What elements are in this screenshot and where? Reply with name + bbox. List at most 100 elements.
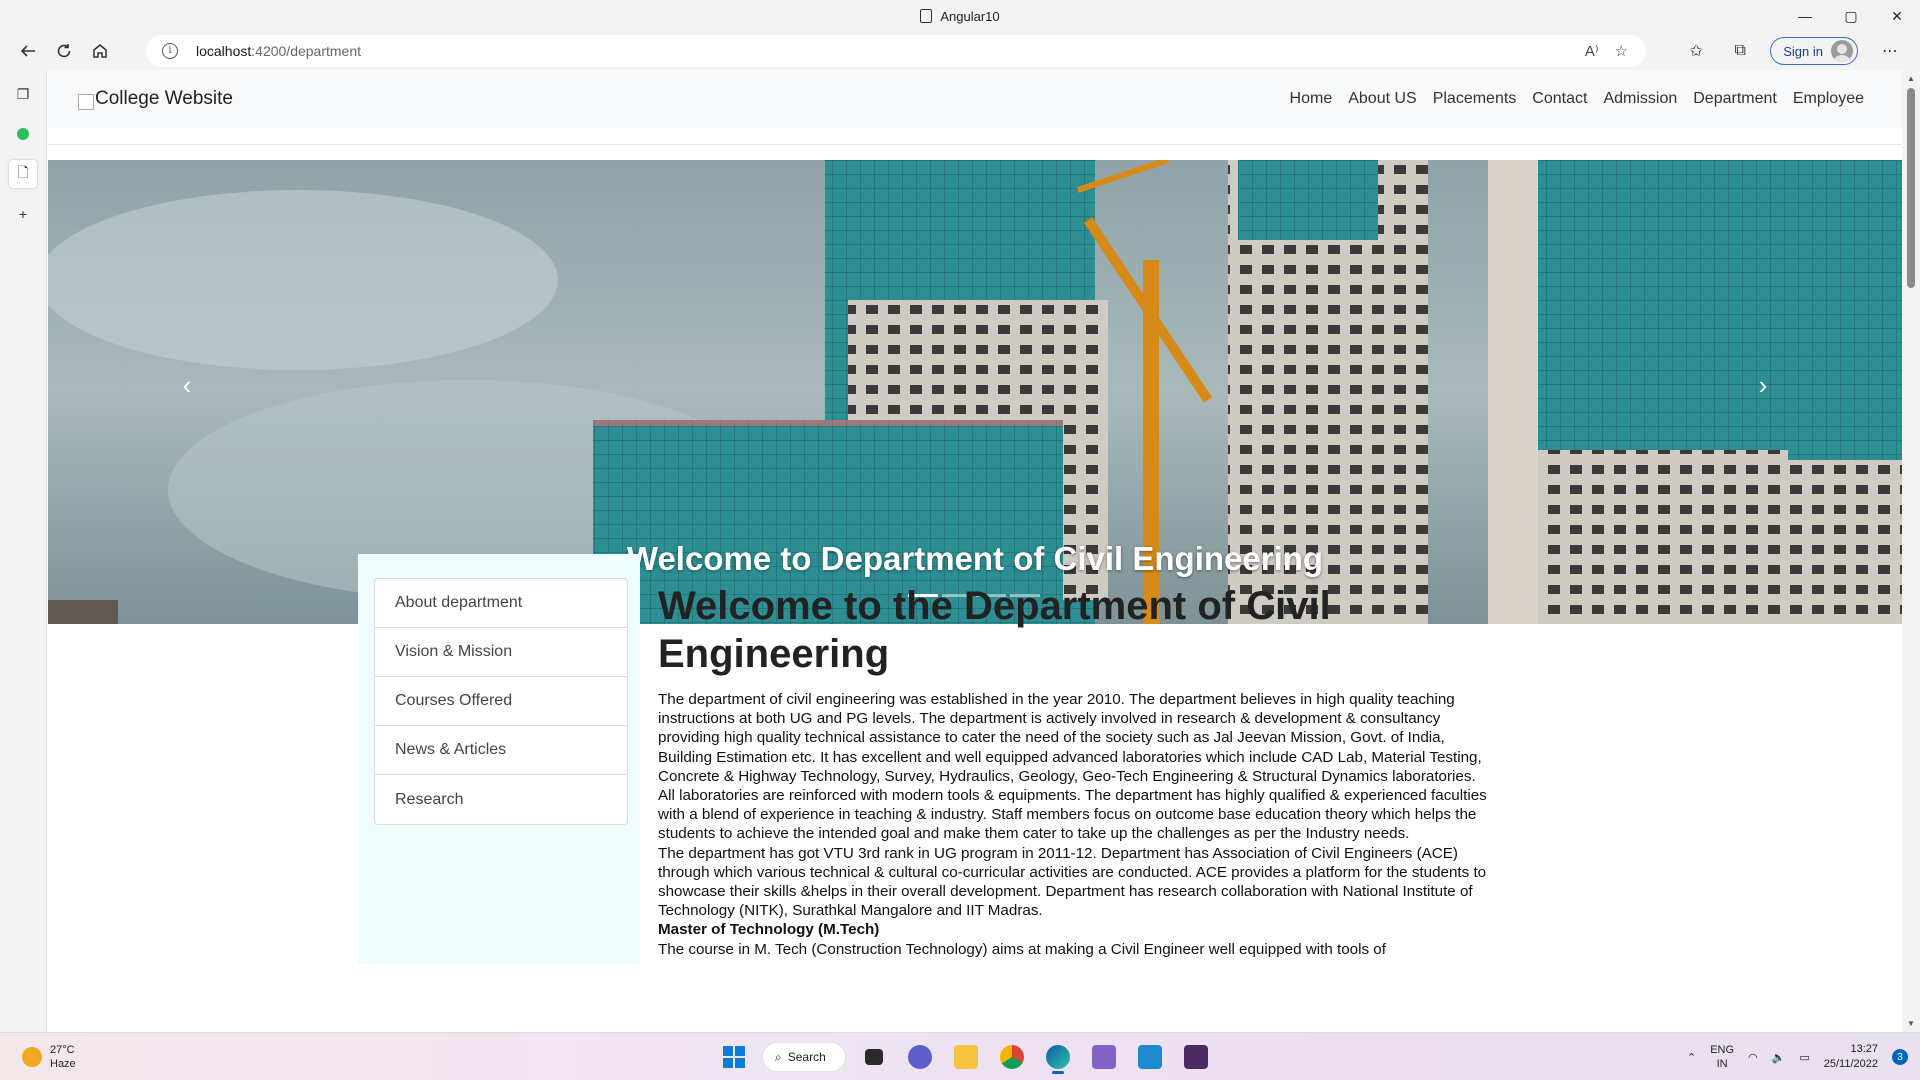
sign-in-label: Sign in: [1783, 43, 1823, 59]
edge-button[interactable]: [1040, 1039, 1076, 1075]
home-button[interactable]: [82, 35, 118, 67]
content-paragraph-3: The course in M. Tech (Construction Tech…: [658, 940, 1386, 958]
file-explorer-button[interactable]: [948, 1039, 984, 1075]
content-paragraph-1: The department of civil engineering was …: [658, 691, 1487, 843]
avatar-icon: [1831, 40, 1853, 62]
site-info-icon[interactable]: i: [162, 43, 178, 59]
content-paragraph-2: The department has got VTU 3rd rank in U…: [658, 844, 1487, 920]
vscode-icon: [1138, 1045, 1162, 1069]
back-button[interactable]: [10, 35, 46, 67]
site-navbar: College Website Home About US Placements…: [48, 70, 1902, 128]
maximize-button[interactable]: ▢: [1828, 0, 1874, 32]
scroll-thumb[interactable]: [1907, 88, 1915, 288]
browser-title-bar: Angular10 — ▢ ✕: [0, 0, 1920, 32]
address-bar-actions: A⁾ ☆: [1585, 35, 1628, 67]
nav-department[interactable]: Department: [1693, 90, 1777, 108]
link-research[interactable]: Research: [375, 775, 627, 824]
tab-title: Angular10: [940, 8, 1000, 24]
language-indicator[interactable]: ENG IN: [1710, 1043, 1734, 1071]
chevron-up-icon[interactable]: ⌃: [1687, 1051, 1696, 1064]
terminal-icon: [1184, 1045, 1208, 1069]
vscode-button[interactable]: [1132, 1039, 1168, 1075]
edge-sidebar: ❐ 🗋 +: [0, 70, 47, 1032]
haze-sun-icon: [22, 1047, 42, 1067]
link-about-department[interactable]: About department: [375, 579, 627, 628]
sign-in-button[interactable]: Sign in: [1770, 37, 1858, 65]
extension-icon[interactable]: [9, 120, 37, 148]
content-heading: Welcome to the Department of Civil Engin…: [658, 584, 1331, 676]
divider: [48, 144, 1902, 145]
refresh-icon: [57, 44, 71, 58]
nav-about-us[interactable]: About US: [1348, 90, 1416, 108]
browser-toolbar: i localhost:4200/department A⁾ ☆: [0, 32, 1920, 70]
notification-badge[interactable]: 3: [1892, 1049, 1908, 1065]
weather-widget[interactable]: 27°C Haze: [22, 1043, 76, 1071]
back-arrow-icon: [20, 45, 35, 57]
hero-carousel: ‹ › Welcome to Department of Civil Engin…: [48, 160, 1902, 624]
windows-taskbar: 27°C Haze ⌕ Search ⌃ ENG IN ◠ 🔈 ▭ 13:27 …: [0, 1032, 1920, 1080]
tab-title-group: Angular10: [920, 8, 1000, 24]
task-view-icon: [865, 1049, 883, 1065]
refresh-button[interactable]: [46, 35, 82, 67]
wifi-icon[interactable]: ◠: [1748, 1051, 1758, 1064]
folder-icon: [954, 1045, 978, 1069]
nav-placements[interactable]: Placements: [1433, 90, 1517, 108]
more-menu-icon[interactable]: ⋯: [1870, 35, 1910, 67]
nav-home[interactable]: Home: [1290, 90, 1333, 108]
link-news-articles[interactable]: News & Articles: [375, 726, 627, 775]
battery-icon[interactable]: ▭: [1799, 1051, 1809, 1064]
edge-icon: [1046, 1045, 1070, 1069]
nav-admission[interactable]: Admission: [1603, 90, 1677, 108]
home-icon: [93, 44, 107, 58]
scroll-down-icon[interactable]: ▼: [1907, 1019, 1915, 1028]
favorites-icon[interactable]: ✩: [1676, 35, 1716, 67]
browser-toolbar-right: ✩ ⧉ Sign in ⋯: [1676, 32, 1920, 70]
chrome-icon: [1000, 1045, 1024, 1069]
add-favorite-icon[interactable]: ☆: [1615, 42, 1628, 60]
link-courses-offered[interactable]: Courses Offered: [375, 677, 627, 726]
weather-condition: Haze: [50, 1058, 76, 1070]
windows-logo-icon: [723, 1046, 745, 1068]
nav-contact[interactable]: Contact: [1532, 90, 1587, 108]
collections-icon[interactable]: ⧉: [1720, 35, 1760, 67]
teams-chat-button[interactable]: [902, 1039, 938, 1075]
department-content: Welcome to the Department of Civil Engin…: [658, 582, 1488, 959]
link-vision-mission[interactable]: Vision & Mission: [375, 628, 627, 677]
chrome-button[interactable]: [994, 1039, 1030, 1075]
close-button[interactable]: ✕: [1874, 0, 1920, 32]
window-controls: — ▢ ✕: [1782, 0, 1920, 32]
carousel-prev-button[interactable]: ‹: [172, 370, 202, 400]
mtech-heading: Master of Technology (M.Tech): [658, 921, 880, 939]
clock-time: 13:27: [1850, 1043, 1878, 1055]
url-text[interactable]: localhost:4200/department: [196, 43, 361, 59]
temperature: 27°C: [50, 1044, 75, 1056]
active-tab-icon[interactable]: 🗋: [9, 160, 37, 188]
new-tab-icon[interactable]: +: [9, 200, 37, 228]
taskbar-search[interactable]: ⌕ Search: [762, 1042, 846, 1072]
site-brand[interactable]: College Website: [78, 88, 233, 110]
search-label: Search: [787, 1050, 826, 1064]
page-scrollbar[interactable]: ▲ ▼: [1902, 70, 1920, 1032]
weather-text: 27°C Haze: [50, 1043, 76, 1071]
tab-actions-icon[interactable]: ❐: [9, 80, 37, 108]
page-icon: [920, 9, 933, 23]
volume-icon[interactable]: 🔈: [1772, 1051, 1786, 1064]
task-view-button[interactable]: [856, 1039, 892, 1075]
nav-employee[interactable]: Employee: [1793, 90, 1864, 108]
clock[interactable]: 13:27 25/11/2022: [1824, 1042, 1878, 1072]
url-path: :4200/department: [251, 43, 362, 59]
chat-icon: [908, 1045, 932, 1069]
taskbar-apps: ⌕ Search: [716, 1039, 1214, 1075]
minimize-button[interactable]: —: [1782, 0, 1828, 32]
site-menu: Home About US Placements Contact Admissi…: [1290, 90, 1864, 108]
address-bar[interactable]: i localhost:4200/department A⁾ ☆: [146, 35, 1646, 67]
department-links: About department Vision & Mission Course…: [374, 578, 628, 825]
terminal-button[interactable]: [1178, 1039, 1214, 1075]
read-aloud-icon[interactable]: A⁾: [1585, 42, 1599, 60]
carousel-caption: Welcome to Department of Civil Engineeri…: [626, 540, 1324, 577]
start-button[interactable]: [716, 1039, 752, 1075]
visual-studio-button[interactable]: [1086, 1039, 1122, 1075]
scroll-up-icon[interactable]: ▲: [1907, 74, 1915, 83]
brand-text: College Website: [95, 88, 234, 109]
carousel-next-button[interactable]: ›: [1748, 370, 1778, 400]
